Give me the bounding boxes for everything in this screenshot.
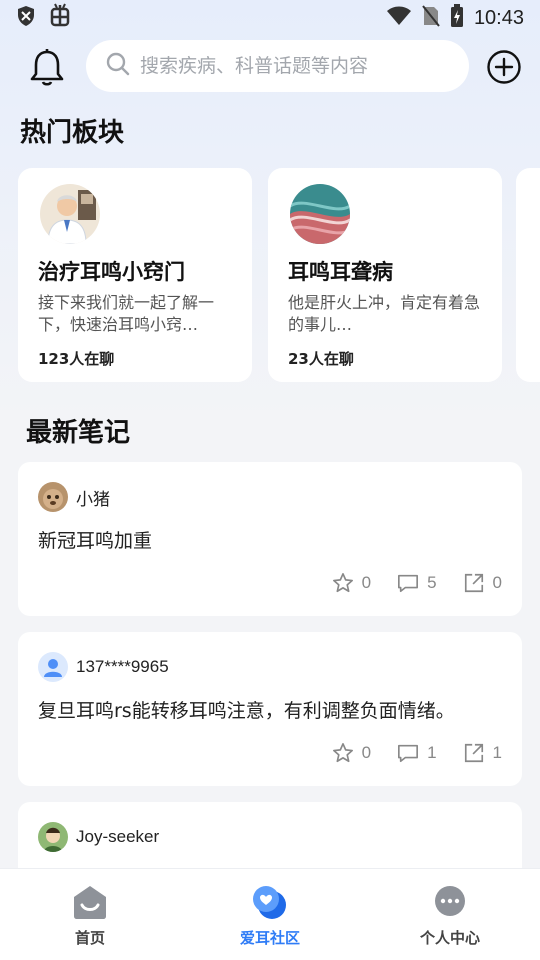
comment-button[interactable]: 5 <box>397 572 437 594</box>
star-icon <box>332 743 353 763</box>
battery-charging-icon <box>450 4 464 32</box>
topic-description: 他是肝火上冲，肯定有着急的事儿… <box>288 293 481 334</box>
note-card[interactable]: 137****9965 复旦耳鸣rs能转移耳鸣注意，有利调整负面情绪。 0 1 … <box>18 632 522 786</box>
bottom-nav: 首页 爱耳社区 个人中心 <box>0 868 540 960</box>
comment-button[interactable]: 1 <box>397 742 437 764</box>
share-count: 0 <box>492 573 502 592</box>
wifi-icon <box>386 6 412 30</box>
topic-card[interactable] <box>516 168 540 382</box>
search-icon <box>106 52 130 80</box>
note-username[interactable]: 小猪 <box>76 485 110 510</box>
topic-description: 接下来我们就一起了解一下，快速治耳鸣小窍… <box>38 293 215 334</box>
note-content: 复旦耳鸣rs能转移耳鸣注意，有利调整负面情绪。 <box>38 700 455 722</box>
status-bar: 10:43 <box>0 0 540 36</box>
notes-section-title: 最新笔记 <box>26 418 131 448</box>
plus-circle-icon[interactable] <box>486 49 522 85</box>
like-count: 0 <box>361 743 372 762</box>
comment-count: 5 <box>427 573 437 592</box>
topic-card[interactable]: 治疗耳鸣小窍门 接下来我们就一起了解一下，快速治耳鸣小窍… 123人在聊 <box>18 168 252 382</box>
topic-title: 治疗耳鸣小窍门 <box>38 260 185 284</box>
nav-label: 个人中心 <box>419 929 480 947</box>
user-avatar <box>38 482 68 512</box>
nav-label: 首页 <box>74 929 105 947</box>
no-sim-icon <box>422 5 440 31</box>
note-username[interactable]: 137****9965 <box>76 657 169 677</box>
share-button[interactable]: 1 <box>463 742 502 764</box>
comment-icon <box>398 744 419 763</box>
nav-label: 爱耳社区 <box>239 929 300 947</box>
nav-community[interactable]: 爱耳社区 <box>180 869 360 960</box>
user-avatar <box>38 822 68 852</box>
nav-profile[interactable]: 个人中心 <box>360 869 540 960</box>
note-actions: 0 1 1 <box>332 742 502 764</box>
user-avatar <box>38 652 68 682</box>
community-chat-icon <box>251 883 289 921</box>
like-count: 0 <box>361 573 372 592</box>
top-bar <box>0 40 540 94</box>
share-icon <box>464 743 483 763</box>
share-icon <box>464 573 483 593</box>
topic-title: 耳鸣耳聋病 <box>288 260 393 284</box>
note-content: 新冠耳鸣加重 <box>38 530 153 552</box>
star-icon <box>332 573 353 593</box>
note-username[interactable]: Joy-seeker <box>76 827 159 847</box>
note-card[interactable]: 小猪 新冠耳鸣加重 0 5 0 <box>18 462 522 616</box>
profile-chat-icon <box>431 883 469 921</box>
hot-section-title: 热门板块 <box>20 118 125 148</box>
home-icon <box>71 883 109 921</box>
bug-icon <box>48 2 72 34</box>
comment-count: 1 <box>427 743 437 762</box>
search-bar[interactable] <box>86 40 469 92</box>
bell-icon[interactable] <box>28 48 66 88</box>
status-time: 10:43 <box>473 6 524 29</box>
shield-icon <box>16 5 36 31</box>
share-button[interactable]: 0 <box>463 572 502 594</box>
note-actions: 0 5 0 <box>332 572 502 594</box>
nav-home[interactable]: 首页 <box>0 869 180 960</box>
comment-icon <box>398 574 419 593</box>
share-count: 1 <box>492 743 502 762</box>
hot-topics-carousel[interactable]: 治疗耳鸣小窍门 接下来我们就一起了解一下，快速治耳鸣小窍… 123人在聊 耳鸣耳… <box>18 168 540 382</box>
like-button[interactable]: 0 <box>332 572 371 594</box>
topic-count: 123人在聊 <box>38 350 115 368</box>
like-button[interactable]: 0 <box>332 742 371 764</box>
topic-card[interactable]: 耳鸣耳聋病 他是肝火上冲，肯定有着急的事儿… 23人在聊 <box>268 168 502 382</box>
search-input[interactable] <box>140 55 440 77</box>
cochlea-avatar <box>290 184 350 244</box>
doctor-avatar <box>40 184 100 244</box>
topic-count: 23人在聊 <box>288 350 354 368</box>
